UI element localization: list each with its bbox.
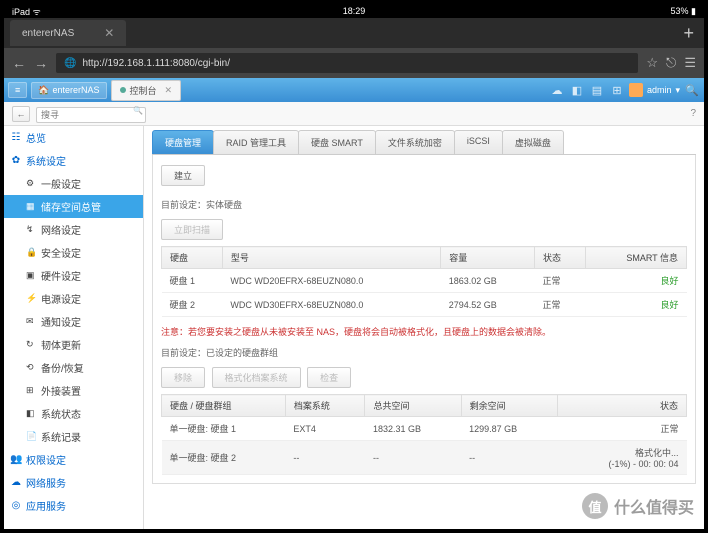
table-row[interactable]: 单一硬盘: 硬盘 2------格式化中... (-1%) - 00: 00: … (162, 441, 687, 475)
tab-disk-mgmt[interactable]: 硬盘管理 (152, 130, 214, 154)
gear-icon: ✿ (10, 155, 22, 166)
browser-tab[interactable]: entererNAS ✕ (10, 20, 126, 46)
admin-menu[interactable]: admin ▾ (629, 83, 680, 97)
browser-toolbar: ← → 🌐 http://192.168.1.111:8080/cgi-bin/… (4, 48, 704, 78)
clock: 18:29 (343, 6, 366, 16)
overview-icon: ☷ (10, 132, 22, 143)
help-icon[interactable]: ? (690, 108, 696, 119)
sidebar-cat-privilege[interactable]: 👥权限设定 (4, 448, 143, 471)
search-input[interactable] (36, 107, 146, 123)
window-tab[interactable]: 控制台 ✕ (111, 80, 182, 101)
globe-icon: 🌐 (64, 58, 76, 69)
users-icon: 👥 (10, 454, 22, 465)
sidebar-item-hardware[interactable]: ▣硬件设定 (4, 264, 143, 287)
group-table: 硬盘 / 硬盘群组档案系统总共空间剩余空间状态 单一硬盘: 硬盘 1EXT418… (161, 394, 687, 475)
address-bar[interactable]: 🌐 http://192.168.1.111:8080/cgi-bin/ (56, 53, 638, 73)
create-button[interactable]: 建立 (161, 165, 205, 186)
url-text: http://192.168.1.111:8080/cgi-bin/ (82, 58, 230, 69)
tab-smart[interactable]: 硬盘 SMART (298, 130, 376, 154)
storage-icon[interactable]: ▤ (589, 84, 605, 97)
tab-virtual[interactable]: 虚拟磁盘 (502, 130, 564, 154)
cloud-icon[interactable]: ☁ (549, 84, 565, 97)
menu-button[interactable]: ≡ (8, 82, 27, 98)
sidebar-item-power[interactable]: ⚡电源设定 (4, 287, 143, 310)
tab-encrypt[interactable]: 文件系统加密 (375, 130, 455, 154)
cloud-icon: ☁ (10, 477, 22, 488)
tab-iscsi[interactable]: iSCSI (454, 130, 503, 154)
table-row[interactable]: 硬盘 2WDC WD30EFRX-68EUZN080.02794.52 GB正常… (162, 293, 687, 317)
tab-bar: 硬盘管理 RAID 管理工具 硬盘 SMART 文件系统加密 iSCSI 虚拟磁… (152, 130, 696, 155)
table-row[interactable]: 硬盘 1WDC WD20EFRX-68EUZN080.01863.02 GB正常… (162, 269, 687, 293)
back-button[interactable]: ← (12, 55, 26, 71)
sidebar-cat-overview[interactable]: ☷总览 (4, 126, 143, 149)
tab-title: entererNAS (22, 28, 74, 39)
tab-icon (120, 87, 126, 93)
watermark: 值 什么值得买 (582, 493, 694, 519)
ipad-label: iPad ᯤ (12, 5, 41, 18)
lock-icon: 🔒 (26, 247, 36, 258)
sidebar-item-network[interactable]: ↯网络设定 (4, 218, 143, 241)
chevron-down-icon: ▾ (675, 85, 680, 96)
tab-raid[interactable]: RAID 管理工具 (213, 130, 299, 154)
forward-button[interactable]: → (34, 55, 48, 71)
close-tab-icon[interactable]: ✕ (104, 26, 114, 40)
tabs-icon[interactable]: ☰ (684, 55, 696, 71)
home-button[interactable]: 🏠 entererNAS (31, 82, 106, 99)
section-label-groups: 目前设定：已设定的硬盘群组 (161, 346, 687, 359)
table-row[interactable]: 单一硬盘: 硬盘 1EXT41832.31 GB1299.87 GB正常 (162, 417, 687, 441)
back-panel-button[interactable]: ← (12, 106, 30, 122)
network-icon[interactable]: ⊞ (609, 84, 625, 97)
main-panel: 硬盘管理 RAID 管理工具 硬盘 SMART 文件系统加密 iSCSI 虚拟磁… (144, 126, 704, 529)
new-tab-button[interactable]: + (683, 23, 694, 44)
sidebar-item-external[interactable]: ⊞外接装置 (4, 379, 143, 402)
browser-tabstrip: entererNAS ✕ + (4, 18, 704, 48)
sidebar: ☷总览 ✿系统设定 ⚙一般设定 ▦储存空间总管 ↯网络设定 🔒安全设定 ▣硬件设… (4, 126, 144, 529)
sidebar-item-security[interactable]: 🔒安全设定 (4, 241, 143, 264)
remove-button[interactable]: 移除 (161, 367, 205, 388)
battery: 53% ▮ (671, 6, 696, 17)
ios-status-bar: iPad ᯤ 18:29 53% ▮ (4, 4, 704, 18)
bookmark-icon[interactable]: ☆ (646, 55, 658, 71)
check-button[interactable]: 检查 (307, 367, 351, 388)
sidebar-item-general[interactable]: ⚙一般设定 (4, 172, 143, 195)
warning-note: 注意：若您要安装之硬盘从未被安装至 NAS，硬盘将会自动被格式化，且硬盘上的数据… (161, 325, 687, 338)
section-label-physical: 目前设定：实体硬盘 (161, 198, 687, 211)
format-button[interactable]: 格式化档案系统 (212, 367, 301, 388)
sidebar-item-status[interactable]: ◧系统状态 (4, 402, 143, 425)
search-icon[interactable]: 🔍 (684, 84, 700, 97)
scan-button[interactable]: 立即扫描 (161, 219, 223, 240)
avatar (629, 83, 643, 97)
app-topbar: ≡ 🏠 entererNAS 控制台 ✕ ☁ ◧ ▤ ⊞ admin ▾ 🔍 (4, 78, 704, 102)
dashboard-icon[interactable]: ◧ (569, 84, 585, 97)
sidebar-item-notify[interactable]: ✉通知设定 (4, 310, 143, 333)
sidebar-item-firmware[interactable]: ↻韧体更新 (4, 333, 143, 356)
sidebar-cat-netservice[interactable]: ☁网络服务 (4, 471, 143, 494)
sidebar-cat-appservice[interactable]: ◎应用服务 (4, 494, 143, 517)
sidebar-item-backup[interactable]: ⟲备份/恢复 (4, 356, 143, 379)
search-toolbar: ← ? (4, 102, 704, 126)
sidebar-item-logs[interactable]: 📄系统记录 (4, 425, 143, 448)
sidebar-item-storage[interactable]: ▦储存空间总管 (4, 195, 143, 218)
share-icon[interactable]: ⎋ (666, 55, 676, 71)
sidebar-cat-system[interactable]: ✿系统设定 (4, 149, 143, 172)
disk-table: 硬盘型号容量状态SMART 信息 硬盘 1WDC WD20EFRX-68EUZN… (161, 246, 687, 317)
close-icon[interactable]: ✕ (165, 85, 173, 96)
